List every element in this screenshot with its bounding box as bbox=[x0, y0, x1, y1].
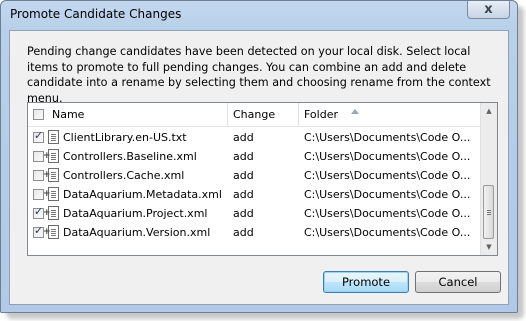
close-button[interactable]: x bbox=[467, 1, 510, 19]
file-icon bbox=[43, 206, 59, 220]
row-change: add bbox=[233, 226, 254, 239]
list-header: Name Change Folder bbox=[28, 103, 483, 127]
scroll-up-icon: ▲ bbox=[486, 107, 492, 115]
row-name: ClientLibrary.en-US.txt bbox=[63, 131, 187, 144]
row-change: add bbox=[233, 150, 254, 163]
promote-button[interactable]: Promote bbox=[323, 271, 409, 293]
row-checkbox[interactable] bbox=[33, 129, 44, 143]
column-header-folder[interactable]: Folder bbox=[299, 103, 484, 126]
row-folder: C:\Users\Documents\Code O... bbox=[304, 207, 471, 220]
row-folder: C:\Users\Documents\Code O... bbox=[304, 169, 471, 182]
candidate-list[interactable]: Name Change Folder ClientLibrary.en-US.t… bbox=[27, 102, 498, 256]
row-folder: C:\Users\Documents\Code O... bbox=[304, 131, 471, 144]
table-row[interactable]: Controllers.Cache.xml add C:\Users\Documen… bbox=[28, 166, 483, 185]
column-header-change[interactable]: Change bbox=[228, 103, 299, 126]
vertical-scrollbar[interactable]: ▲ ▼ bbox=[480, 103, 497, 255]
file-icon bbox=[48, 130, 59, 144]
file-icon bbox=[43, 225, 59, 239]
list-rows: ClientLibrary.en-US.txt add C:\Users\Docum… bbox=[28, 128, 483, 242]
dialog-client-area: Pending change candidates have been dete… bbox=[9, 30, 509, 305]
close-icon: x bbox=[484, 2, 493, 17]
row-change: add bbox=[233, 169, 254, 182]
row-name: DataAquarium.Version.xml bbox=[63, 226, 211, 239]
row-folder: C:\Users\Documents\Code O... bbox=[304, 188, 471, 201]
table-row[interactable]: DataAquarium.Metadata.xml add C:\Users\Doc… bbox=[28, 185, 483, 204]
scroll-down-icon: ▼ bbox=[486, 243, 492, 251]
row-change: add bbox=[233, 188, 254, 201]
table-row[interactable]: DataAquarium.Project.xml add C:\Users\Docu… bbox=[28, 204, 483, 223]
file-icon bbox=[43, 168, 59, 182]
file-icon bbox=[43, 149, 59, 163]
row-name: DataAquarium.Metadata.xml bbox=[63, 188, 222, 201]
row-name: Controllers.Cache.xml bbox=[63, 169, 185, 182]
cancel-button[interactable]: Cancel bbox=[415, 271, 501, 293]
description-text: Pending change candidates have been dete… bbox=[27, 45, 491, 105]
table-row[interactable]: ClientLibrary.en-US.txt add C:\Users\Docum… bbox=[28, 128, 483, 147]
table-row[interactable]: DataAquarium.Version.xml add C:\Users\Docu… bbox=[28, 223, 483, 242]
row-folder: C:\Users\Documents\Code O... bbox=[304, 226, 471, 239]
row-name: DataAquarium.Project.xml bbox=[63, 207, 208, 220]
file-icon bbox=[43, 187, 59, 201]
table-row[interactable]: Controllers.Baseline.xml add C:\Users\Docu… bbox=[28, 147, 483, 166]
scroll-up-button[interactable]: ▲ bbox=[481, 103, 497, 119]
row-change: add bbox=[233, 207, 254, 220]
scrollbar-thumb[interactable] bbox=[483, 185, 494, 239]
row-change: add bbox=[233, 131, 254, 144]
row-name: Controllers.Baseline.xml bbox=[63, 150, 197, 163]
scroll-down-button[interactable]: ▼ bbox=[481, 239, 497, 255]
title-bar: Promote Candidate Changes x bbox=[1, 1, 517, 29]
window-title: Promote Candidate Changes bbox=[10, 7, 182, 21]
dialog-window: Promote Candidate Changes x Pending chan… bbox=[0, 0, 518, 313]
grip-icon bbox=[487, 210, 491, 211]
row-folder: C:\Users\Documents\Code O... bbox=[304, 150, 471, 163]
column-header-name[interactable]: Name bbox=[28, 103, 228, 126]
sort-ascending-icon bbox=[351, 109, 359, 114]
